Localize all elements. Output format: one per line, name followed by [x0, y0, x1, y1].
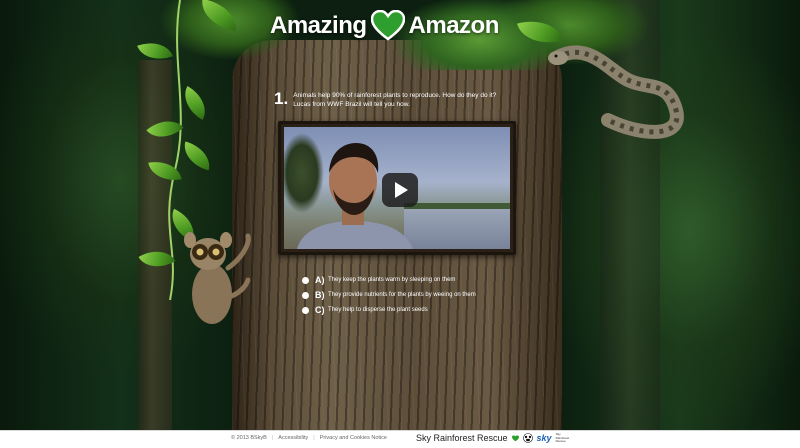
answer-option-a[interactable]: A) They keep the plants warm by sleeping…: [302, 273, 476, 287]
answer-letter: A): [315, 275, 325, 285]
play-button[interactable]: [382, 173, 418, 207]
partner-text: Sky Rainforest Rescue: [555, 432, 570, 443]
question-block: 1. Animals help 90% of rainforest plants…: [274, 90, 514, 109]
play-icon: [395, 182, 408, 198]
heart-icon: [370, 10, 405, 41]
answer-text: They provide nutrients for the plants by…: [328, 292, 476, 298]
sky-logo[interactable]: sky: [537, 433, 552, 443]
copyright-text: © 2013 BSkyB: [231, 435, 267, 441]
snake-animal: [548, 45, 684, 139]
wwf-panda-icon[interactable]: [522, 433, 533, 444]
answer-letter: C): [315, 305, 325, 315]
jungle-background: Amazing Amazon 1. Animals help 90% of ra…: [0, 0, 800, 430]
answer-options: A) They keep the plants warm by sleeping…: [302, 273, 476, 318]
logo-word-amazing: Amazing: [270, 12, 367, 39]
footer-branding: Sky Rainforest Rescue sky Sky Rainforest…: [416, 432, 570, 444]
question-number: 1.: [274, 89, 289, 108]
answer-letter: B): [315, 290, 325, 300]
radio-a[interactable]: [302, 276, 309, 284]
logo-word-amazon: Amazon: [408, 12, 500, 39]
privacy-link[interactable]: Privacy and Cookies Notice: [320, 435, 387, 441]
footer-separator: |: [271, 435, 274, 441]
video-thumbnail: [284, 127, 510, 249]
accessibility-link[interactable]: Accessibility: [278, 435, 308, 441]
footer-bar: © 2013 BSkyB | Accessibility | Privacy a…: [0, 430, 800, 448]
radio-b[interactable]: [302, 291, 309, 299]
video-player[interactable]: [278, 121, 516, 255]
answer-text: They help to disperse the plant seeds: [328, 307, 428, 313]
question-text: Animals help 90% of rainforest plants to…: [293, 92, 497, 108]
answer-option-c[interactable]: C) They help to disperse the plant seeds: [302, 303, 476, 317]
amazing-amazon-logo[interactable]: Amazing Amazon: [270, 8, 499, 44]
answer-text: They keep the plants warm by sleeping on…: [328, 277, 456, 283]
answer-option-b[interactable]: B) They provide nutrients for the plants…: [302, 288, 476, 302]
tarsier-animal: [184, 232, 251, 324]
heart-icon: [511, 435, 519, 442]
footer-separator: |: [313, 435, 315, 441]
radio-c[interactable]: [302, 306, 309, 314]
sky-rainforest-rescue-logo[interactable]: Sky Rainforest Rescue: [416, 433, 508, 443]
footer-links: © 2013 BSkyB | Accessibility | Privacy a…: [231, 435, 387, 441]
